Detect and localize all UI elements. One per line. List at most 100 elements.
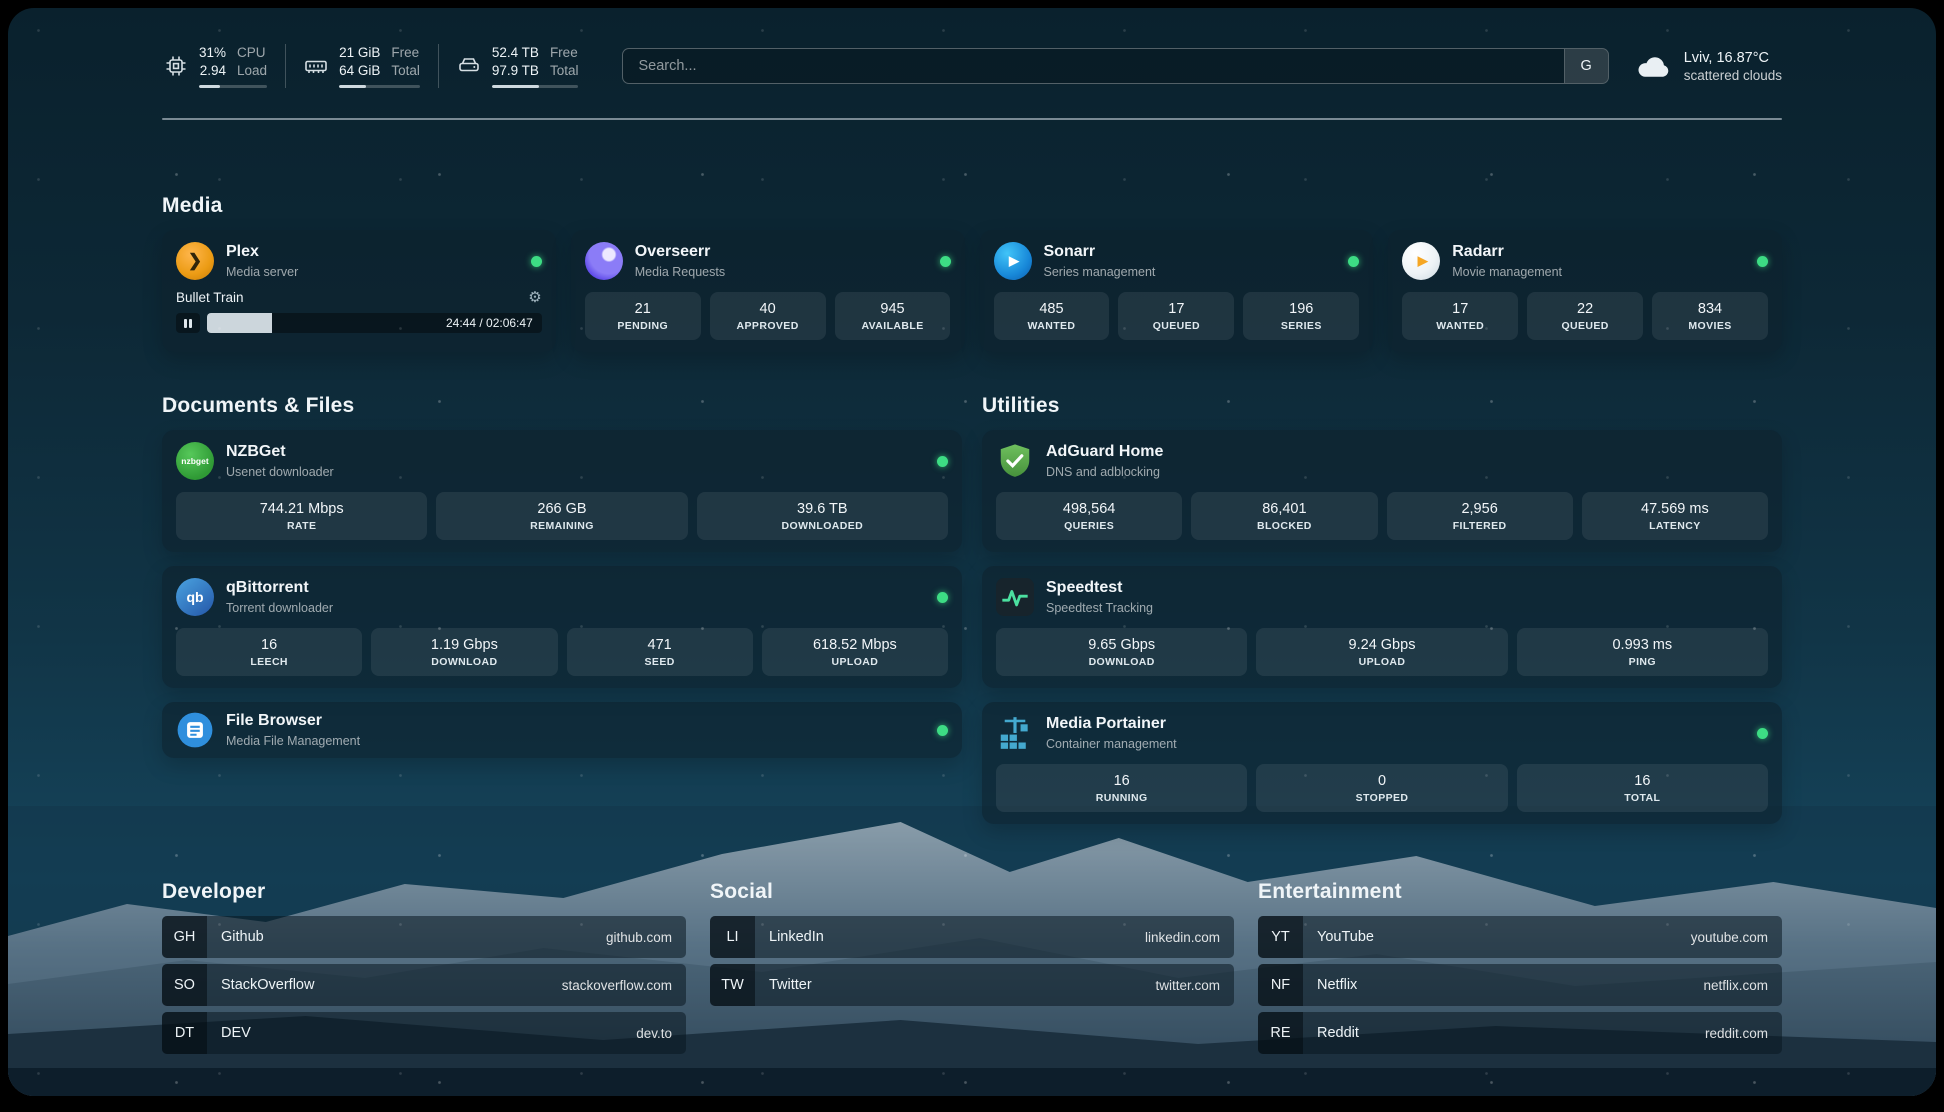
stat-wanted: 485WANTED: [994, 292, 1110, 340]
bookmark-dev[interactable]: DT DEV dev.to: [162, 1012, 686, 1054]
memory-progress-bar: [339, 85, 420, 88]
speedtest-icon: [996, 578, 1034, 616]
storage-progress-bar: [492, 85, 579, 88]
storage-icon: [457, 54, 481, 78]
memory-total-value: 64 GiB: [339, 62, 380, 80]
filebrowser-icon: [176, 711, 214, 749]
app-name: AdGuard Home: [1046, 443, 1163, 461]
playback-progress-fill: [207, 313, 272, 333]
stat-movies: 834MOVIES: [1652, 292, 1768, 340]
storage-metric: 52.4 TB 97.9 TB Free Total: [439, 44, 597, 87]
app-name: File Browser: [226, 712, 360, 730]
plex-app-link[interactable]: Plex Media server: [176, 242, 542, 280]
app-name: Overseerr: [635, 243, 725, 261]
github-icon: GH: [162, 916, 207, 958]
stat-stopped: 0STOPPED: [1256, 764, 1507, 812]
app-card-nzbget: NZBGet Usenet downloader 744.21 MbpsRATE…: [162, 430, 962, 552]
app-name: Speedtest: [1046, 579, 1153, 597]
memory-free-value: 21 GiB: [339, 44, 380, 62]
playback-time: 24:44 / 02:06:47: [446, 316, 533, 330]
cpu-metric: 31% 2.94 CPU Load: [162, 44, 286, 87]
storage-total-value: 97.9 TB: [492, 62, 539, 80]
stackoverflow-icon: SO: [162, 964, 207, 1006]
memory-icon: [304, 54, 328, 78]
stat-pending: 21PENDING: [585, 292, 701, 340]
gear-icon[interactable]: [528, 290, 541, 305]
status-dot: [937, 456, 948, 467]
speedtest-app-link[interactable]: Speedtest Speedtest Tracking: [996, 578, 1768, 616]
bookmark-twitter[interactable]: TW Twitter twitter.com: [710, 964, 1234, 1006]
status-dot: [937, 725, 948, 736]
adguard-app-link[interactable]: AdGuard Home DNS and adblocking: [996, 442, 1768, 480]
app-card-radarr: Radarr Movie management 17WANTED 22QUEUE…: [1388, 230, 1782, 352]
bookmark-github[interactable]: GH Github github.com: [162, 916, 686, 958]
sonarr-icon: [994, 242, 1032, 280]
cloud-icon: [1635, 53, 1671, 79]
status-dot: [1757, 256, 1768, 267]
memory-total-label: Total: [391, 62, 420, 80]
overseerr-app-link[interactable]: Overseerr Media Requests: [585, 242, 951, 280]
app-desc: Usenet downloader: [226, 465, 334, 479]
stat-upload: 9.24 GbpsUPLOAD: [1256, 628, 1507, 676]
stat-series: 196SERIES: [1243, 292, 1359, 340]
qbittorrent-icon: [176, 578, 214, 616]
qbittorrent-app-link[interactable]: qBittorrent Torrent downloader: [176, 578, 948, 616]
radarr-icon: [1402, 242, 1440, 280]
stat-ping: 0.993 msPING: [1517, 628, 1768, 676]
bookmark-stackoverflow[interactable]: SO StackOverflow stackoverflow.com: [162, 964, 686, 1006]
app-card-adguard: AdGuard Home DNS and adblocking 498,564Q…: [982, 430, 1782, 552]
portainer-app-link[interactable]: Media Portainer Container management: [996, 714, 1768, 752]
search-input[interactable]: [623, 49, 1563, 83]
stat-remaining: 266 GBREMAINING: [436, 492, 687, 540]
plex-icon: [176, 242, 214, 280]
bookmark-linkedin[interactable]: LI LinkedIn linkedin.com: [710, 916, 1234, 958]
bookmark-reddit[interactable]: RE Reddit reddit.com: [1258, 1012, 1782, 1054]
stat-queries: 498,564QUERIES: [996, 492, 1182, 540]
app-desc: Movie management: [1452, 265, 1562, 279]
stat-leech: 16LEECH: [176, 628, 362, 676]
stat-filtered: 2,956FILTERED: [1387, 492, 1573, 540]
sonarr-app-link[interactable]: Sonarr Series management: [994, 242, 1360, 280]
nzbget-app-link[interactable]: NZBGet Usenet downloader: [176, 442, 948, 480]
cpu-progress-bar: [199, 85, 267, 88]
app-name: NZBGet: [226, 443, 334, 461]
system-metrics: 31% 2.94 CPU Load: [162, 44, 596, 87]
app-card-overseerr: Overseerr Media Requests 21PENDING 40APP…: [571, 230, 965, 352]
app-card-plex: Plex Media server Bullet Train 24:44: [162, 230, 556, 352]
radarr-app-link[interactable]: Radarr Movie management: [1402, 242, 1768, 280]
app-card-sonarr: Sonarr Series management 485WANTED 17QUE…: [980, 230, 1374, 352]
bookmark-youtube[interactable]: YT YouTube youtube.com: [1258, 916, 1782, 958]
app-desc: Series management: [1044, 265, 1156, 279]
section-title-media: Media: [162, 194, 1782, 218]
weather-widget: Lviv, 16.87°C scattered clouds: [1635, 50, 1782, 83]
stat-blocked: 86,401BLOCKED: [1191, 492, 1377, 540]
section-title-documents: Documents & Files: [162, 394, 962, 418]
stat-queued: 22QUEUED: [1527, 292, 1643, 340]
search-bar: G: [622, 48, 1608, 84]
app-card-qbittorrent: qBittorrent Torrent downloader 16LEECH 1…: [162, 566, 962, 688]
app-name: Sonarr: [1044, 243, 1156, 261]
app-name: Radarr: [1452, 243, 1562, 261]
stat-total: 16TOTAL: [1517, 764, 1768, 812]
dashboard-window: 31% 2.94 CPU Load: [8, 8, 1936, 1096]
cpu-load-label: Load: [237, 62, 267, 80]
youtube-icon: YT: [1258, 916, 1303, 958]
weather-location: Lviv, 16.87°C: [1684, 50, 1782, 66]
bookmark-netflix[interactable]: NF Netflix netflix.com: [1258, 964, 1782, 1006]
stat-downloaded: 39.6 TBDOWNLOADED: [697, 492, 948, 540]
stat-available: 945AVAILABLE: [835, 292, 951, 340]
cpu-label: CPU: [237, 44, 267, 62]
reddit-icon: RE: [1258, 1012, 1303, 1054]
dev-icon: DT: [162, 1012, 207, 1054]
search-provider-button[interactable]: G: [1564, 49, 1608, 83]
filebrowser-app-link[interactable]: File Browser Media File Management: [176, 711, 948, 749]
now-playing-title: Bullet Train: [176, 290, 244, 305]
app-desc: DNS and adblocking: [1046, 465, 1163, 479]
playback-progress-bar[interactable]: 24:44 / 02:06:47: [207, 313, 542, 333]
storage-free-value: 52.4 TB: [492, 44, 539, 62]
pause-button[interactable]: [176, 313, 200, 333]
memory-metric: 21 GiB 64 GiB Free Total: [286, 44, 439, 87]
app-name: Media Portainer: [1046, 715, 1177, 733]
app-name: Plex: [226, 243, 298, 261]
header-divider: [162, 118, 1782, 120]
